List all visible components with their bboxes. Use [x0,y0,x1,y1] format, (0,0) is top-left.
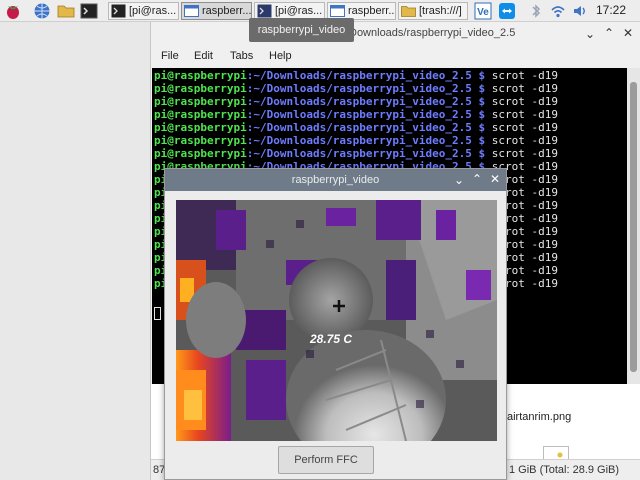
terminal-menubar: File Edit Tabs Help [151,46,640,68]
bluetooth-icon[interactable] [527,2,545,20]
prompt-user: pi@raspberrypi [154,108,247,121]
temperature-readout: 28.75 C [310,332,353,346]
clock[interactable]: 17:22 [596,3,626,17]
terminal-line: pi@raspberrypi:~/Downloads/raspberrypi_v… [154,121,558,134]
teamviewer-icon[interactable] [498,2,516,20]
svg-text:Ve: Ve [477,7,489,18]
maximize-icon[interactable]: ⌃ [602,26,616,40]
prompt-path: :~/Downloads/raspberrypi_video_2.5 $ [246,82,486,95]
perform-ffc-button[interactable]: Perform FFC [278,446,374,474]
status-free-space: 1 GiB (Total: 28.9 GiB) [509,464,620,476]
terminal-title: Downloads/raspberrypi_video_2.5 [349,27,516,39]
terminal-icon [111,4,126,18]
prompt-path: :~/Downloads/raspberrypi_video_2.5 $ [246,134,486,147]
prompt-user: pi@raspberrypi [154,134,247,147]
terminal-line: pi@raspberrypi:~/Downloads/raspberrypi_v… [154,82,558,95]
terminal-cursor [154,307,161,320]
command-text: scrot -d19 [485,82,558,95]
prompt-path: :~/Downloads/raspberrypi_video_2.5 $ [246,69,486,82]
command-text: scrot -d19 [485,108,558,121]
thermal-camera-image[interactable] [176,200,497,441]
prompt-path: :~/Downloads/raspberrypi_video_2.5 $ [246,147,486,160]
command-text: scrot -d19 [485,95,558,108]
command-text: scrot -d19 [485,69,558,82]
volume-icon[interactable] [571,2,589,20]
prompt-path: :~/Downloads/raspberrypi_video_2.5 $ [246,95,486,108]
menu-file[interactable]: File [161,50,179,62]
terminal-line: pi@raspberrypi:~/Downloads/raspberrypi_v… [154,108,558,121]
web-browser-icon[interactable] [33,2,51,20]
window-icon [330,4,345,18]
terminal-line: pi@raspberrypi:~/Downloads/raspberrypi_v… [154,95,558,108]
menu-edit[interactable]: Edit [194,50,213,62]
prompt-path: :~/Downloads/raspberrypi_video_2.5 $ [246,121,486,134]
prompt-user: pi@raspberrypi [154,82,247,95]
prompt-user: pi@raspberrypi [154,147,247,160]
close-icon[interactable]: ✕ [621,26,635,40]
terminal-launcher-icon[interactable] [80,2,98,20]
scrollbar-thumb[interactable] [630,82,637,372]
taskbar-tooltip: raspberrypi_video [249,18,354,42]
terminal-icon [257,4,272,18]
terminal-line: pi@raspberrypi:~/Downloads/raspberrypi_v… [154,69,558,82]
terminal-scrollbar[interactable] [627,68,640,384]
video-titlebar[interactable]: raspberrypi_video ⌄ ⌃ ✕ [165,169,506,191]
terminal-titlebar[interactable]: Downloads/raspberrypi_video_2.5 ⌄ ⌃ ✕ [151,22,640,46]
taskbar-task-trash[interactable]: [trash:///] [398,2,468,20]
command-text: scrot -d19 [485,147,558,160]
terminal-line: pi@raspberrypi:~/Downloads/raspberrypi_v… [154,134,558,147]
raspberry-menu-icon[interactable] [4,2,22,20]
file-manager-icon[interactable] [57,2,75,20]
wifi-icon[interactable] [549,2,567,20]
window-icon [184,4,199,18]
taskbar-task-video-1[interactable]: raspberr... [181,2,252,20]
prompt-user: pi@raspberrypi [154,95,247,108]
prompt-user: pi@raspberrypi [154,121,247,134]
menu-help[interactable]: Help [269,50,292,62]
close-icon[interactable]: ✕ [488,172,502,186]
taskbar-task-terminal-1[interactable]: [pi@ras... [108,2,179,20]
minimize-icon[interactable]: ⌄ [452,173,466,187]
minimize-icon[interactable]: ⌄ [583,27,597,41]
video-window: raspberrypi_video ⌄ ⌃ ✕ 28.75 C Perform … [164,168,507,480]
command-text: scrot -d19 [485,134,558,147]
folder-icon [401,4,416,18]
prompt-user: pi@raspberrypi [154,69,247,82]
menu-tabs[interactable]: Tabs [230,50,253,62]
prompt-path: :~/Downloads/raspberrypi_video_2.5 $ [246,108,486,121]
vnc-icon[interactable]: Ve [474,2,492,20]
command-text: scrot -d19 [485,121,558,134]
maximize-icon[interactable]: ⌃ [470,172,484,186]
file-label[interactable]: airtanrim.png [507,411,571,423]
terminal-line: pi@raspberrypi:~/Downloads/raspberrypi_v… [154,147,558,160]
